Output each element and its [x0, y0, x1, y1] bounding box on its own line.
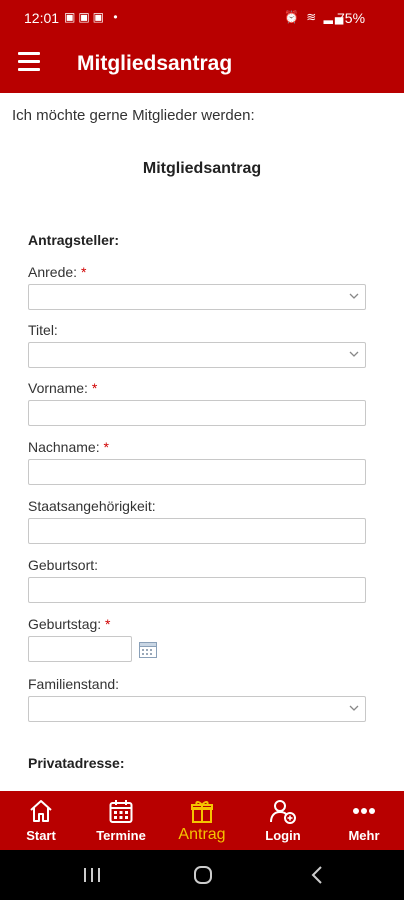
app-bar: Mitgliedsantrag — [0, 35, 404, 93]
status-time: 12:01 — [24, 10, 60, 26]
required-marker: * — [105, 616, 111, 632]
nav-label: Mehr — [348, 828, 380, 843]
home-icon — [30, 800, 52, 822]
nachname-input[interactable] — [28, 459, 366, 485]
chevron-down-icon — [349, 293, 359, 299]
nav-termine[interactable]: Termine — [81, 791, 161, 850]
status-bar: 12:01 ▣▣▣ • ⏰ ≋ ▂▄ 75% — [0, 0, 404, 35]
notification-icons: ▣▣▣ • — [64, 10, 121, 24]
recent-apps-icon[interactable] — [80, 864, 104, 886]
geburtstag-input[interactable] — [28, 636, 132, 662]
nav-start[interactable]: Start — [1, 791, 81, 850]
hamburger-icon[interactable] — [18, 52, 42, 76]
main-content: Ich möchte gerne Mitglieder werden: Mitg… — [0, 93, 404, 791]
vorname-input[interactable] — [28, 400, 366, 426]
section-address: Privatadresse: — [28, 755, 125, 771]
nav-label: Login — [265, 828, 301, 843]
home-button-icon[interactable] — [191, 864, 215, 886]
chevron-down-icon — [349, 351, 359, 357]
anrede-label: Anrede: * — [28, 264, 87, 280]
required-marker: * — [103, 439, 109, 455]
geburtsort-label: Geburtsort: — [28, 557, 99, 573]
titel-select[interactable] — [28, 342, 366, 368]
calendar-picker-icon[interactable] — [139, 641, 157, 658]
battery-level: 75% — [337, 10, 366, 26]
nav-label: Termine — [96, 828, 146, 843]
geburtstag-label: Geburtstag: * — [28, 616, 111, 632]
geburtsort-input[interactable] — [28, 577, 366, 603]
chevron-down-icon — [349, 705, 359, 711]
form-title: Mitgliedsantrag — [142, 160, 262, 177]
user-add-icon — [270, 800, 296, 824]
nachname-label: Nachname: * — [28, 439, 109, 455]
required-marker: * — [80, 264, 87, 280]
gift-icon — [191, 801, 213, 823]
required-marker: * — [91, 380, 98, 396]
intro-text: Ich möchte gerne Mitglieder werden: — [12, 107, 255, 124]
vorname-label: Vorname: * — [28, 380, 98, 396]
nav-label: Antrag — [178, 826, 226, 843]
nav-login[interactable]: Login — [243, 791, 323, 850]
section-applicant: Antragsteller: — [28, 232, 120, 248]
nav-label: Start — [26, 828, 56, 843]
titel-label: Titel: — [28, 322, 58, 338]
familienstand-select[interactable] — [28, 696, 366, 722]
back-icon[interactable] — [306, 864, 330, 886]
more-icon — [353, 808, 375, 814]
page-title: Mitgliedsantrag — [77, 52, 233, 75]
nav-mehr[interactable]: Mehr — [324, 791, 404, 850]
staat-input[interactable] — [28, 518, 366, 544]
anrede-select[interactable] — [28, 284, 366, 310]
staat-label: Staatsangehörigkeit: — [28, 498, 156, 514]
calendar-icon — [109, 800, 133, 823]
bottom-navigation: Start Termine Antrag Login Mehr — [0, 791, 404, 850]
nav-antrag[interactable]: Antrag — [162, 791, 242, 850]
system-navigation-bar — [0, 850, 404, 900]
familienstand-label: Familienstand: — [28, 676, 120, 692]
